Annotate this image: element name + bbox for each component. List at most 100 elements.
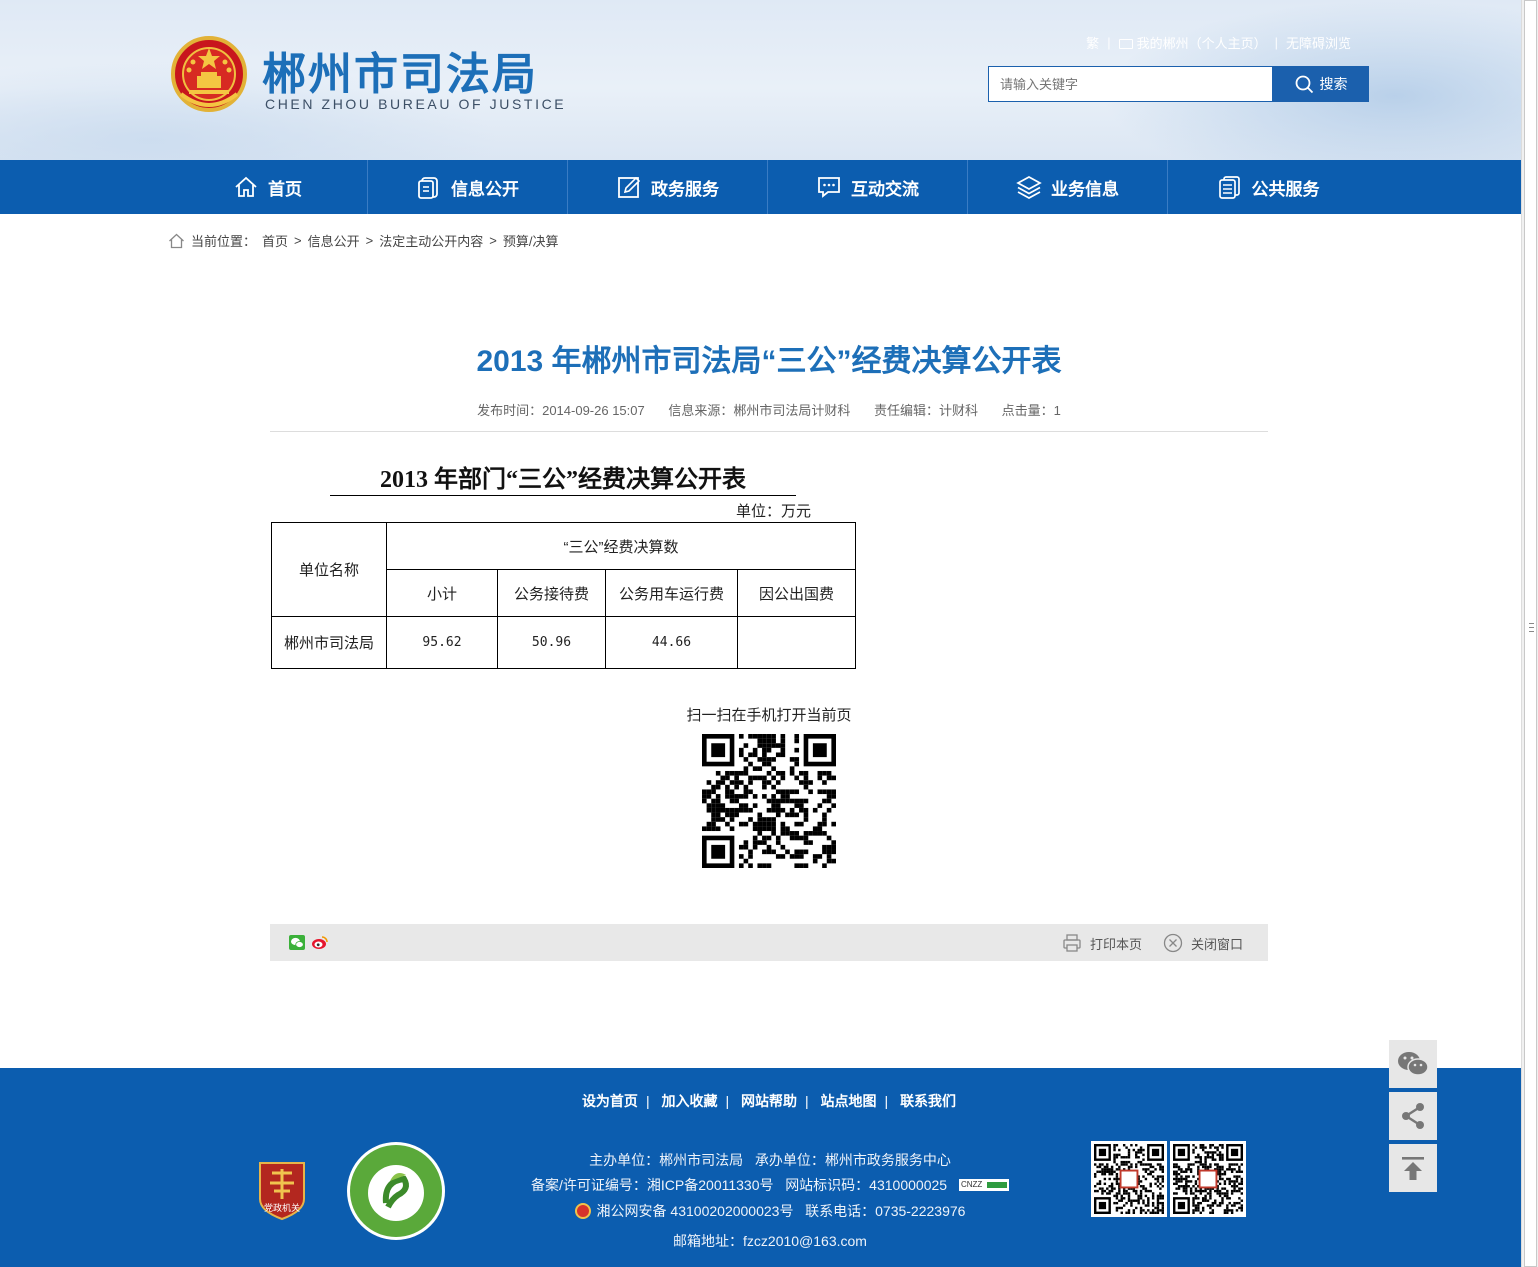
article-title: 2013 年郴州市司法局“三公”经费决算公开表 [476, 345, 1062, 378]
search-button[interactable]: 搜索 [1273, 66, 1369, 102]
unit-label: 单位：万元 [736, 504, 812, 520]
wechat-share-icon[interactable] [289, 935, 305, 950]
nav-item-home[interactable]: 首页 [168, 160, 368, 214]
table-cell-subtotal: 95.62 [386, 616, 498, 669]
nav-item-interaction[interactable]: 互动交流 [768, 160, 968, 214]
responsible-editor: 责任编辑：计财科 [874, 403, 979, 418]
breadcrumb-item-info-disclosure[interactable]: 信息公开 [308, 231, 360, 250]
file-list-icon [1218, 176, 1240, 199]
divider: | [805, 1093, 809, 1109]
host-unit: 主办单位：郴州市司法局 [589, 1152, 744, 1168]
icp-number: 备案/许可证编号：湘ICP备20011330号 [531, 1177, 774, 1193]
qr-label: 扫一扫在手机打开当前页 [686, 707, 852, 724]
divider: | [1107, 35, 1111, 50]
layers-icon [1016, 176, 1042, 199]
undertaker-unit: 承办单位：郴州市政务服务中心 [754, 1152, 951, 1168]
site-header: 郴州市司法局 CHEN ZHOU BUREAU OF JUSTICE 繁 | 我… [0, 0, 1521, 160]
table-header-group: “三公”经费决算数 [386, 522, 856, 570]
footer-email-line: 邮箱地址：fzcz2010@163.com [490, 1231, 1050, 1251]
search-icon [1295, 75, 1313, 93]
nav-item-label: 公共服务 [1251, 179, 1320, 199]
footer-link-bookmark[interactable]: 加入收藏 [661, 1093, 717, 1109]
my-chenzhou-label: 我的郴州（个人主页） [1136, 36, 1267, 51]
arrow-up-icon [1402, 1157, 1424, 1180]
table-cell-overseas [737, 616, 856, 669]
expense-table: 单位名称 “三公”经费决算数 小计 公务接待费 公务用车运行费 因公出国费 郴州… [271, 522, 856, 669]
search-input[interactable] [988, 66, 1273, 102]
breadcrumb: 当前位置： 首页 > 信息公开 > 法定主动公开内容 > 预算/决算 [168, 231, 558, 250]
search-button-label: 搜索 [1319, 76, 1348, 92]
national-emblem-icon [171, 36, 247, 112]
police-record[interactable]: 湘公网安备 43100202000023号 [597, 1203, 794, 1219]
divider: | [725, 1093, 730, 1109]
footer-link-sitemap[interactable]: 站点地图 [821, 1093, 877, 1109]
badge-text: 党政机关 [264, 1202, 300, 1214]
print-button[interactable]: 打印本页 [1062, 933, 1142, 953]
back-to-top-button[interactable] [1389, 1144, 1437, 1192]
site-subtitle: CHEN ZHOU BUREAU OF JUSTICE [265, 96, 567, 112]
footer-links: 设为首页 | 加入收藏 | 网站帮助 | 站点地图 | 联系我们 [0, 1091, 1538, 1111]
site-footer: 设为首页 | 加入收藏 | 网站帮助 | 站点地图 | 联系我们 党政机关 主办单位：郴… [0, 1068, 1521, 1267]
top-links: 繁 | 我的郴州（个人主页） | 无障碍浏览 [1086, 33, 1351, 52]
nav-item-label: 业务信息 [1051, 179, 1119, 199]
contact-phone: 联系电话：0735-2223976 [805, 1203, 966, 1219]
scrollbar-thumb[interactable] [1524, 0, 1537, 1267]
article-meta: 发布时间：2014-09-26 15:07 信息来源：郴州市司法局计财科 责任编… [270, 400, 1268, 419]
breadcrumb-separator: > [489, 233, 497, 248]
document-icon [418, 177, 438, 199]
table-cell-reception: 50.96 [497, 616, 606, 669]
home-icon [235, 176, 257, 197]
divider: | [645, 1093, 650, 1109]
divider: | [1274, 35, 1278, 50]
traditional-chinese-link[interactable]: 繁 [1086, 33, 1099, 52]
breadcrumb-item-home[interactable]: 首页 [262, 231, 288, 250]
nav-item-label: 信息公开 [451, 179, 519, 199]
table-row: 郴州市司法局 95.62 50.96 44.66 [271, 616, 856, 669]
table-header-unit-name: 单位名称 [271, 522, 387, 617]
nav-item-gov-services[interactable]: 政务服务 [568, 160, 768, 214]
nav-item-public-services[interactable]: 公共服务 [1168, 160, 1368, 214]
close-label: 关闭窗口 [1191, 936, 1244, 952]
close-window-button[interactable]: 关闭窗口 [1163, 933, 1243, 953]
table-cell-unit-name: 郴州市司法局 [271, 616, 387, 669]
breadcrumb-item-budget[interactable]: 预算/决算 [503, 231, 559, 250]
document-title: 2013 年部门“三公”经费决算公开表 [330, 459, 796, 496]
qr-code-icon [1094, 1144, 1164, 1214]
civilization-website-badge[interactable] [346, 1141, 446, 1241]
breadcrumb-prefix: 当前位置： [191, 234, 257, 249]
click-count: 点击量：1 [1001, 403, 1061, 418]
close-icon [1163, 933, 1183, 953]
printer-icon [1063, 934, 1081, 952]
footer-link-help[interactable]: 网站帮助 [741, 1093, 797, 1109]
nav-item-business-info[interactable]: 业务信息 [968, 160, 1168, 214]
publish-time: 发布时间：2014-09-26 15:07 [477, 403, 645, 418]
float-wechat-button[interactable] [1389, 1040, 1437, 1088]
chat-icon [818, 177, 840, 198]
page-qr-code [702, 734, 836, 868]
party-gov-org-badge[interactable]: 党政机关 [256, 1159, 308, 1221]
footer-link-set-home[interactable]: 设为首页 [582, 1093, 638, 1109]
breadcrumb-item-statutory-content[interactable]: 法定主动公开内容 [379, 231, 483, 250]
monitor-icon [1118, 39, 1133, 49]
accessible-browse-link[interactable]: 无障碍浏览 [1286, 33, 1351, 52]
float-share-button[interactable] [1389, 1092, 1437, 1140]
cnzz-stats-badge[interactable]: CNZZ [958, 1179, 1009, 1191]
footer-link-contact[interactable]: 联系我们 [900, 1093, 956, 1109]
nav-item-info-disclosure[interactable]: 信息公开 [368, 160, 568, 214]
table-cell-vehicle: 44.66 [605, 616, 738, 669]
cnzz-label: CNZZ [960, 1180, 983, 1189]
table-header-vehicle: 公务用车运行费 [605, 569, 738, 617]
nav-item-label: 政务服务 [651, 179, 719, 199]
qr-code-icon [1173, 1144, 1243, 1214]
info-source: 信息来源：郴州市司法局计财科 [668, 403, 851, 418]
main-nav: 首页 信息公开 政务服务 互动交流 业务信息 公共服务 [0, 160, 1521, 214]
nav-item-label: 首页 [268, 179, 302, 199]
site-title: 郴州市司法局 [262, 49, 538, 100]
nav-item-label: 互动交流 [851, 179, 919, 199]
weibo-share-icon[interactable] [311, 935, 328, 950]
search-box: 搜索 [988, 66, 1369, 102]
divider [270, 431, 1268, 432]
my-chenzhou-link[interactable]: 我的郴州（个人主页） [1118, 33, 1267, 52]
divider: | [884, 1093, 889, 1109]
vertical-scrollbar[interactable] [1521, 0, 1538, 1267]
